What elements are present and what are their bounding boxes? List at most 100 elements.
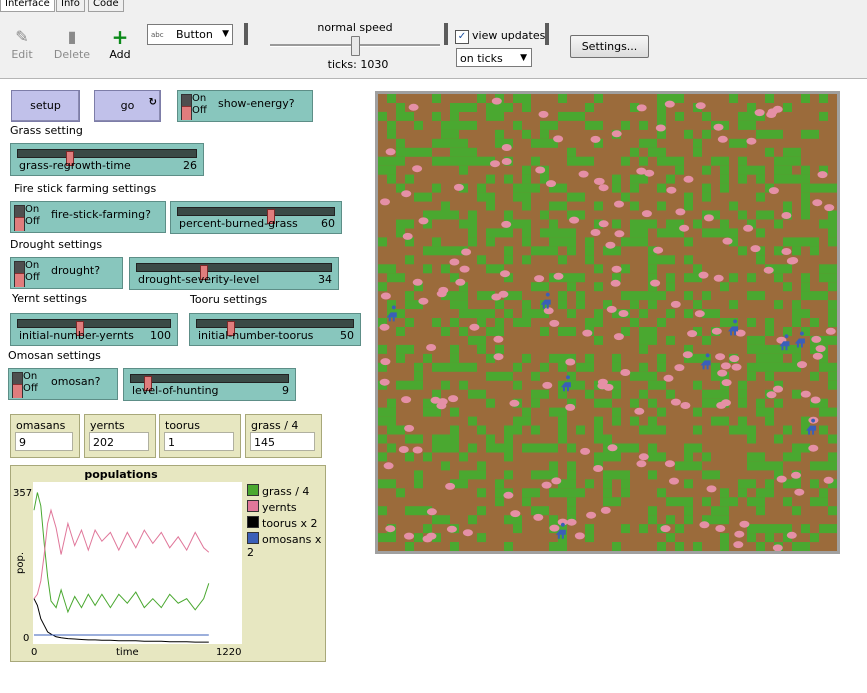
yernt-agent <box>445 482 456 490</box>
yernt-agent <box>641 210 652 218</box>
grass-patch <box>738 111 747 121</box>
delete-button-label: Delete <box>53 48 91 61</box>
grass-patch <box>756 524 765 534</box>
grass-patch <box>558 111 567 121</box>
initial-number-toorus-slider[interactable]: initial-number-toorus 50 <box>189 313 361 346</box>
tab-info[interactable]: Info <box>56 0 85 12</box>
grass-patch <box>423 407 432 417</box>
speed-slider-thumb[interactable] <box>351 36 360 56</box>
grass-patch <box>477 344 486 354</box>
grass-patch <box>459 300 468 310</box>
yernt-agent <box>636 104 647 112</box>
go-button[interactable]: go ↻ <box>94 90 161 122</box>
grass-patch <box>711 362 720 372</box>
grass-patch <box>828 407 837 417</box>
edit-button[interactable]: ✎ Edit <box>2 26 42 61</box>
yernt-agent <box>600 506 611 514</box>
grass-patch <box>801 309 810 319</box>
widget-type-select[interactable]: abc Button ▼ <box>147 24 233 45</box>
grass-patch <box>594 425 603 435</box>
tab-interface[interactable]: Interface <box>0 0 55 12</box>
grass-patch <box>450 344 459 354</box>
grass-patch <box>819 497 828 507</box>
add-button[interactable]: + Add <box>100 26 140 61</box>
grass-patch <box>648 264 657 274</box>
grass-patch <box>432 434 441 444</box>
grass-patch <box>495 228 504 238</box>
grass-patch <box>747 425 756 435</box>
grass-patch <box>648 138 657 148</box>
yernt-agent <box>500 270 510 278</box>
grass-patch <box>702 335 711 345</box>
grass-patch <box>657 425 666 435</box>
setup-button[interactable]: setup <box>11 90 80 122</box>
percent-burned-grass-slider[interactable]: percent-burned-grass 60 <box>170 201 342 234</box>
fire-stick-farming-switch[interactable]: On Off fire-stick-farming? <box>10 201 166 233</box>
update-mode-select[interactable]: on ticks ▼ <box>456 48 532 67</box>
series-line-1 <box>33 508 210 600</box>
show-energy-switch[interactable]: On Off show-energy? <box>177 90 313 122</box>
settings-button[interactable]: Settings... <box>570 35 649 58</box>
grass-patch <box>630 201 639 211</box>
grass-patch <box>702 398 711 408</box>
yernt-agent <box>713 123 724 131</box>
initial-number-yernts-slider[interactable]: initial-number-yernts 100 <box>10 313 178 346</box>
yernt-agent <box>379 323 390 331</box>
grass-patch <box>477 335 486 345</box>
grass-patch <box>522 237 531 247</box>
grass-patch <box>567 111 576 121</box>
grass-regrowth-time-slider[interactable]: grass-regrowth-time 26 <box>10 143 204 176</box>
yernt-agent <box>408 103 419 111</box>
tab-code[interactable]: Code <box>88 0 124 12</box>
slider-track <box>17 319 171 336</box>
grass-patch <box>405 174 414 184</box>
grass-patch <box>405 452 414 462</box>
drought-switch[interactable]: On Off drought? <box>10 257 123 289</box>
grass-patch <box>378 344 387 354</box>
omosan-switch[interactable]: On Off omosan? <box>8 368 118 400</box>
grass-patch <box>747 452 756 462</box>
yernt-agent <box>650 279 661 287</box>
grass-patch <box>405 147 414 157</box>
grass-patch <box>684 452 693 462</box>
grass-patch <box>585 353 594 363</box>
grass-patch <box>675 156 684 166</box>
grass-patch <box>621 470 630 480</box>
drought-severity-level-slider[interactable]: drought-severity-level 34 <box>129 257 339 290</box>
grass-patch <box>531 425 540 435</box>
view-updates-checkbox[interactable]: ✓ <box>455 30 469 44</box>
grass-patch <box>801 542 810 551</box>
grass-patch <box>684 506 693 516</box>
slider-track <box>17 149 197 166</box>
grass-patch <box>738 488 747 498</box>
delete-button[interactable]: ▮ Delete <box>52 26 92 61</box>
grass-patch <box>477 488 486 498</box>
grass-patch <box>729 425 738 435</box>
yernt-agent <box>794 488 805 496</box>
level-of-hunting-slider[interactable]: level-of-hunting 9 <box>123 368 296 401</box>
grass-patch <box>603 470 612 480</box>
grass-patch <box>819 407 828 417</box>
grass-patch <box>738 156 747 166</box>
yernt-agent <box>546 180 556 188</box>
grass-patch <box>738 380 747 390</box>
world-view[interactable] <box>375 91 840 554</box>
yernt-agent <box>698 271 709 279</box>
grass-patch <box>558 488 567 498</box>
grass-patch <box>522 103 531 112</box>
grass-patch <box>774 300 783 310</box>
grass-patch <box>414 371 423 381</box>
grass-patch <box>495 488 504 498</box>
grass-patch <box>747 461 756 471</box>
grass-patch <box>396 219 405 229</box>
grass-patch <box>612 416 621 426</box>
grass-patch <box>756 129 765 139</box>
grass-patch <box>477 183 486 193</box>
grass-patch <box>558 183 567 193</box>
grass-patch <box>666 228 675 238</box>
grass-patch <box>828 461 837 471</box>
grass-patch <box>810 479 819 489</box>
grass-patch <box>648 147 657 157</box>
grass-patch <box>702 129 711 139</box>
yernt-agent <box>614 230 625 238</box>
